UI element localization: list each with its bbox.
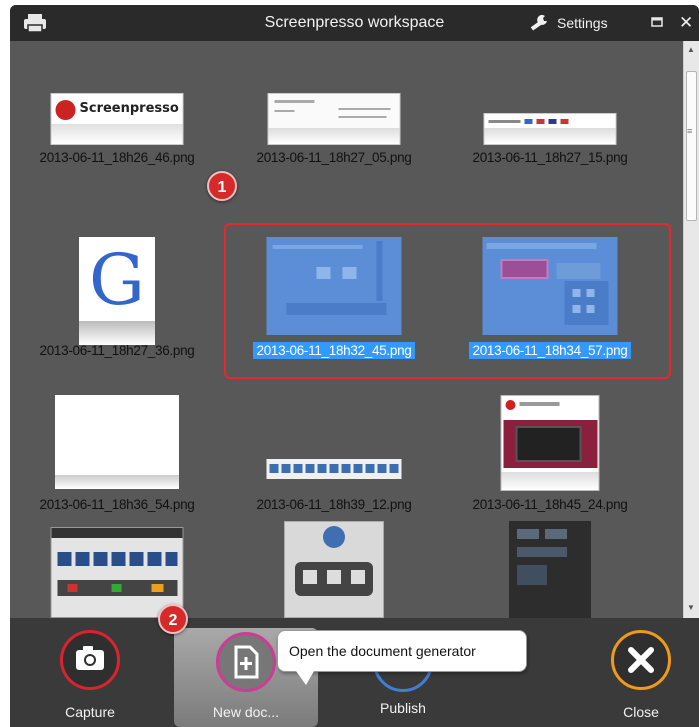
thumbnail-label: 2013-06-11_18h39_12.png bbox=[256, 497, 412, 512]
thumbnail-item[interactable]: 2013-06-11_18h36_54.png bbox=[17, 395, 217, 530]
screenpresso-logo-icon bbox=[55, 100, 76, 120]
new-document-icon bbox=[216, 632, 276, 692]
logo-text: Screenpresso bbox=[79, 101, 179, 116]
scrollbar-grip-icon: ≡ bbox=[687, 126, 693, 136]
publish-label: Publish bbox=[380, 700, 426, 716]
step-marker-1: 1 bbox=[207, 171, 237, 201]
thumbnail-item[interactable]: Screenpresso 2013-06-11_18h26_46.png bbox=[17, 93, 217, 228]
title-bar: Screenpresso workspace Settings ✕ bbox=[10, 5, 699, 41]
thumbnail-image bbox=[50, 527, 184, 618]
thumbnail-workspace: Screenpresso 2013-06-11_18h26_46.png 201… bbox=[10, 41, 699, 618]
close-button[interactable]: Close bbox=[586, 618, 696, 720]
vertical-scrollbar[interactable]: ▲ ≡ ▼ bbox=[683, 41, 699, 618]
capture-label: Capture bbox=[65, 704, 115, 720]
thumbnail-item[interactable]: 2013-06-11_18h27_05.png bbox=[234, 93, 434, 228]
thumbnail-label: 2013-06-11_18h27_05.png bbox=[256, 150, 412, 165]
new-document-label: New doc... bbox=[212, 704, 280, 720]
capture-camera-icon bbox=[60, 630, 120, 690]
wrench-icon bbox=[530, 14, 547, 31]
thumbnail-item[interactable]: 2013-06-11_18h39_12.png bbox=[234, 395, 434, 530]
thumbnail-image bbox=[266, 459, 402, 479]
thumbnail-item[interactable]: 2013-06-11_18h45_24.png bbox=[450, 395, 650, 530]
close-label: Close bbox=[623, 704, 659, 720]
tooltip-document-generator: Open the document generator bbox=[277, 630, 527, 685]
capture-button[interactable]: Capture bbox=[35, 618, 145, 720]
thumbnail-image bbox=[267, 93, 401, 145]
scrollbar-thumb[interactable] bbox=[686, 71, 697, 221]
scroll-down-arrow-icon[interactable]: ▼ bbox=[687, 603, 695, 612]
thumbnail-image bbox=[509, 521, 591, 618]
thumbnail-label: 2013-06-11_18h36_54.png bbox=[39, 497, 195, 512]
thumbnail-image bbox=[284, 521, 384, 618]
step-marker-2: 2 bbox=[158, 604, 188, 634]
thumbnail-image: Screenpresso bbox=[50, 93, 184, 145]
selection-highlight-rect bbox=[224, 223, 671, 379]
thumbnail-label: 2013-06-11_18h26_46.png bbox=[39, 150, 195, 165]
settings-button[interactable]: Settings bbox=[530, 13, 608, 33]
close-x-icon bbox=[611, 630, 671, 690]
thumbnail-image bbox=[500, 395, 600, 491]
thumbnail-image bbox=[55, 395, 179, 489]
tooltip-text: Open the document generator bbox=[289, 643, 476, 659]
thumbnail-label: 2013-06-11_18h27_36.png bbox=[39, 343, 195, 358]
app-window: Screenpresso workspace Settings ✕ Screen… bbox=[10, 5, 699, 727]
maximize-icon[interactable] bbox=[651, 16, 663, 28]
settings-label: Settings bbox=[557, 15, 608, 31]
tooltip-tail bbox=[296, 671, 314, 685]
thumbnail-image: G bbox=[79, 237, 155, 345]
thumbnail-image bbox=[483, 113, 617, 145]
thumbnail-label: 2013-06-11_18h45_24.png bbox=[472, 497, 628, 512]
close-window-icon[interactable]: ✕ bbox=[679, 14, 697, 32]
thumbnail-item[interactable]: 2013-06-11_18h27_15.png bbox=[450, 93, 650, 228]
google-logo: G bbox=[89, 239, 145, 321]
thumbnail-item[interactable]: G 2013-06-11_18h27_36.png bbox=[17, 237, 217, 372]
thumbnail-label: 2013-06-11_18h27_15.png bbox=[472, 150, 628, 165]
scroll-up-arrow-icon[interactable]: ▲ bbox=[687, 45, 695, 54]
